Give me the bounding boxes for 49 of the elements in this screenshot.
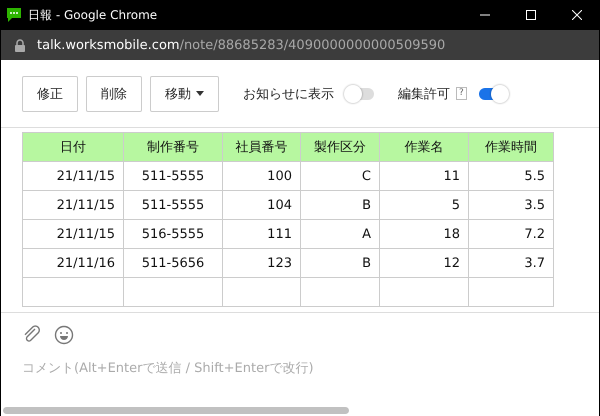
table-cell: 21/11/15: [22, 162, 124, 190]
table-cell: B: [300, 248, 380, 278]
emoji-icon[interactable]: [54, 325, 74, 345]
table-cell: 21/11/15: [22, 220, 124, 248]
table-cell: A: [300, 220, 380, 248]
toggle-switch[interactable]: [346, 88, 374, 100]
url-path: /note/88685283/4090000000000509590: [180, 38, 446, 52]
table-cell: 511-5555: [124, 162, 222, 190]
column-header: 製作区分: [300, 132, 380, 162]
toggle-label: 編集許可: [398, 86, 450, 102]
scrollbar-thumb[interactable]: [3, 407, 349, 414]
window-title: 日報 - Google Chrome: [28, 6, 158, 24]
table-cell: 7.2: [468, 220, 554, 248]
toggle-label: お知らせに表示: [243, 86, 334, 102]
table-cell: 516-5555: [124, 220, 222, 248]
table-cell: 3.7: [468, 248, 554, 278]
table-cell: 21/11/15: [22, 190, 124, 220]
close-icon[interactable]: [572, 10, 582, 20]
maximize-icon[interactable]: [526, 10, 536, 20]
table-cell: 18: [380, 220, 468, 248]
url-host: talk.worksmobile.com: [37, 38, 180, 52]
table-cell: 111: [222, 220, 300, 248]
column-header: 制作番号: [124, 132, 222, 162]
table-cell: 12: [380, 248, 468, 278]
caret-icon: [196, 91, 204, 96]
table-cell: 5: [380, 190, 468, 220]
comment-field[interactable]: コメント(Alt+Enterで送信 / Shift+Enterで改行): [22, 361, 542, 376]
column-header: 日付: [22, 132, 124, 162]
table-cell: 11: [380, 162, 468, 190]
table-cell: 100: [222, 162, 300, 190]
toggle-switch[interactable]: [478, 88, 507, 100]
column-header: 作業名: [380, 132, 468, 162]
table-cell: 104: [222, 190, 300, 220]
move-dropdown[interactable]: 移動: [150, 76, 219, 112]
action-button[interactable]: 修正: [22, 76, 78, 112]
lock-icon: [15, 38, 25, 52]
table-cell: 5.5: [468, 162, 554, 190]
table-cell: 511-5656: [124, 248, 222, 278]
column-header: 社員番号: [222, 132, 300, 162]
table-cell: 3.5: [468, 190, 554, 220]
action-button[interactable]: 削除: [86, 76, 142, 112]
table-cell: 123: [222, 248, 300, 278]
chat-bubble-icon: [6, 7, 22, 23]
table-cell: C: [300, 162, 380, 190]
table-cell: 511-5555: [124, 190, 222, 220]
help-icon[interactable]: ?: [456, 87, 467, 100]
table-cell: 21/11/16: [22, 248, 124, 278]
column-header: 作業時間: [468, 132, 554, 162]
table-cell: B: [300, 190, 380, 220]
